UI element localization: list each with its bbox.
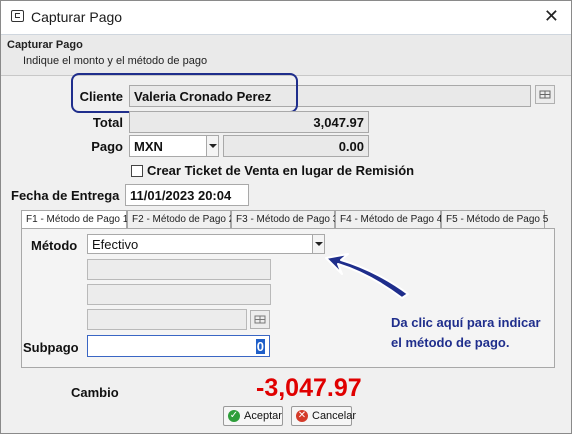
header-title: Capturar Pago [7,39,83,51]
tab-metodo-pago-1[interactable]: F1 - Método de Pago 1 [21,210,128,229]
annotation-arrow [325,253,409,299]
subpago-field[interactable]: 0 [87,335,270,357]
total-label: Total [92,115,123,130]
cambio-label: Cambio [71,385,119,400]
calculator-icon [254,315,266,324]
cambio-value: -3,047.97 [256,374,362,402]
ticket-checkbox[interactable] [131,165,143,177]
capturar-pago-dialog: Capturar Pago ✕ Capturar Pago Indique el… [0,0,572,434]
subpago-label: Subpago [23,340,79,355]
tab-metodo-pago-2[interactable]: F2 - Método de Pago 2 [127,210,234,228]
window-title: Capturar Pago [31,9,123,25]
currency-select[interactable]: MXN [129,135,219,157]
annotation-line-2: el método de pago. [391,335,510,350]
header-subtitle: Indique el monto y el método de pago [23,55,208,67]
accept-button-label: Aceptar [244,410,282,422]
metodo-label: Método [31,238,78,253]
accept-button[interactable]: ✓ Aceptar [223,406,283,426]
cliente-lookup-button[interactable] [535,85,555,104]
payment-detail-field-2 [87,284,271,305]
cliente-highlight [71,73,298,113]
cancel-button-label: Cancelar [312,410,357,422]
calculator-icon [539,90,551,99]
dialog-header: Capturar Pago Indique el monto y el méto… [1,34,571,76]
fecha-field[interactable]: 11/01/2023 20:04 [125,184,249,206]
currency-value: MXN [134,139,163,154]
tab-metodo-pago-3[interactable]: F3 - Método de Pago 3 [231,210,338,228]
subpago-value: 0 [255,339,265,354]
cancel-icon: ✕ [296,410,308,422]
fecha-label: Fecha de Entrega [11,188,120,203]
window-icon [11,10,24,22]
chevron-down-icon[interactable] [206,136,218,156]
amount-field[interactable]: 0.00 [223,135,369,157]
metodo-select[interactable]: Efectivo [87,234,325,254]
payment-detail-field-1 [87,259,271,280]
annotation-text: Da clic aquí para indicar el método de p… [391,313,541,353]
title-bar: Capturar Pago ✕ [1,1,571,34]
annotation-line-1: Da clic aquí para indicar [391,315,541,330]
checkmark-icon: ✓ [228,410,240,422]
close-icon[interactable]: ✕ [544,6,559,26]
payment-lookup-button[interactable] [250,310,270,329]
ticket-checkbox-label: Crear Ticket de Venta en lugar de Remisi… [147,163,415,178]
tab-metodo-pago-4[interactable]: F4 - Método de Pago 4 [335,210,442,228]
metodo-value: Efectivo [92,237,139,252]
total-field: 3,047.97 [129,111,369,133]
payment-detail-field-3 [87,309,247,330]
tab-metodo-pago-5[interactable]: F5 - Método de Pago 5 [441,210,548,228]
pago-label: Pago [91,139,123,154]
cancel-button[interactable]: ✕ Cancelar [291,406,356,426]
